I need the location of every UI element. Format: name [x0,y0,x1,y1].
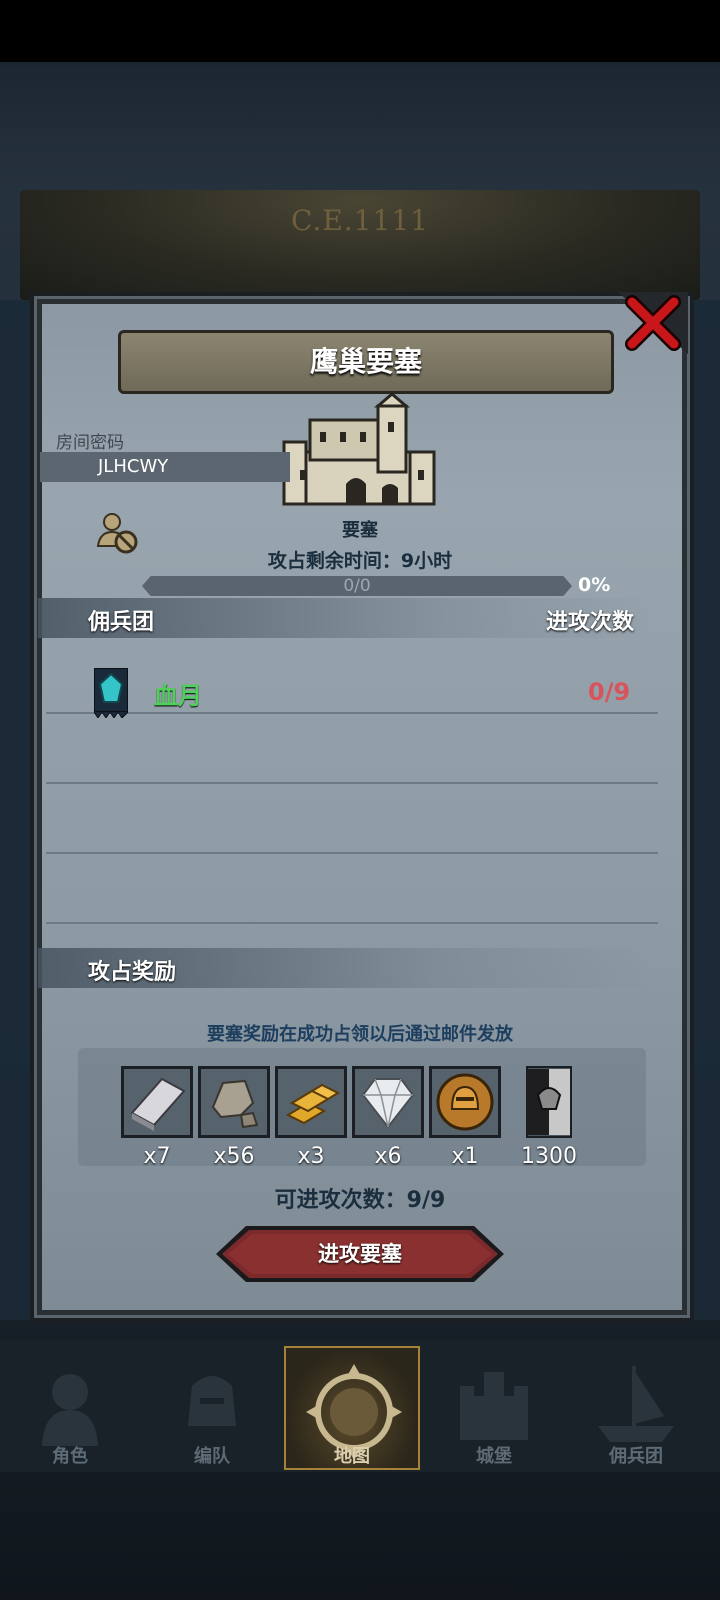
building-type: 要塞 [342,520,378,541]
dialog-title: 鹰巢要塞 [118,330,614,394]
era-label: C.E.1111 [291,204,429,237]
mercenary-row-empty [46,712,658,784]
reward-section-title: 攻占奖励 [88,960,177,985]
mercenary-attack-count: 0/9 [588,678,631,706]
mercenary-row-empty [46,782,658,854]
reward-qty: x56 [213,1144,255,1169]
attack-count-remaining: 可进攻次数：9/9 [274,1188,446,1213]
reward-qty: 1300 [521,1144,577,1169]
progress-text: 0/0 [343,576,371,596]
fortress-icon [280,392,440,508]
room-password-label: 房间密码 [56,433,124,453]
progress-percent: 0% [578,574,611,596]
attack-count-column-label: 进攻次数 [545,610,634,635]
nav-label-mercenary: 佣兵团 [609,1446,663,1467]
nav-label-castle: 城堡 [476,1446,512,1467]
mercenary-name: 血月 [154,682,202,710]
reward-item-gold[interactable] [275,1066,347,1138]
no-visitors-user-icon[interactable] [94,512,140,556]
reward-item-iron-ingot[interactable] [121,1066,193,1138]
diamond-icon [355,1069,421,1135]
time-remaining: 攻占剩余时间：9小时 [267,550,453,572]
attack-fortress-button[interactable] [216,1226,504,1282]
reward-item-banner[interactable] [526,1066,572,1138]
gold-bars-icon [278,1069,344,1135]
reward-item-helmet-coin[interactable] [429,1066,501,1138]
nav-label-formation: 编队 [194,1446,230,1467]
knight-helmet-coin-icon [432,1069,498,1135]
nav-label-character: 角色 [52,1446,88,1467]
reward-item-stone[interactable] [198,1066,270,1138]
close-button[interactable] [618,292,688,354]
stone-ore-icon [201,1069,267,1135]
reward-qty: x7 [143,1144,171,1169]
reward-qty: x6 [374,1144,402,1169]
mercenary-row[interactable] [46,642,658,714]
map-header: C.E.1111 [20,190,700,300]
iron-ingot-icon [124,1069,190,1135]
reward-qty: x3 [297,1144,325,1169]
nav-label-map: 地图 [334,1446,370,1467]
war-banner-icon [528,1069,570,1135]
close-x-icon [618,292,688,354]
occupation-progress-bar: 0/0 [142,576,572,596]
mercenary-row-empty [46,852,658,924]
room-password-value: JLHCWY [40,452,290,482]
status-bar [0,0,720,62]
reward-qty: x1 [451,1144,479,1169]
guild-banner-icon [93,667,129,719]
reward-item-diamond[interactable] [352,1066,424,1138]
mercenary-section-title: 佣兵团 [88,610,155,635]
reward-note: 要塞奖励在成功占领以后通过邮件发放 [207,1024,513,1045]
map-edge-left [0,300,34,1320]
